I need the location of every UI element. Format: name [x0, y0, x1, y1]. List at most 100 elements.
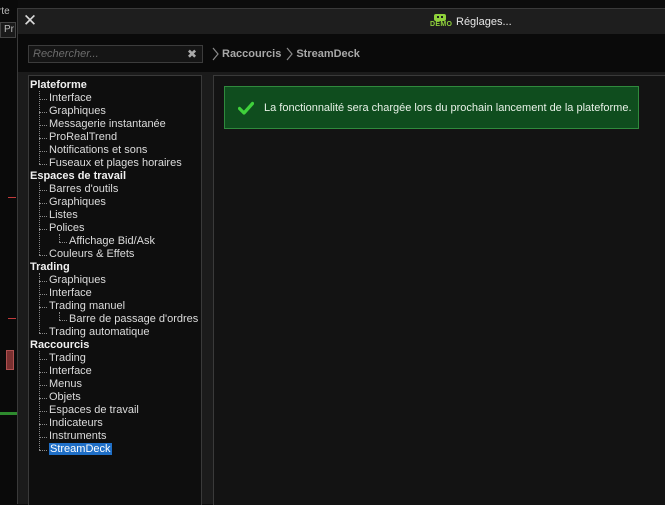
- tree-connector: [39, 372, 47, 373]
- tree-connector: [39, 450, 47, 451]
- tree-connector: [39, 229, 47, 230]
- tree-connector: [39, 138, 47, 139]
- tree-connector: [39, 91, 40, 164]
- tree-item[interactable]: Espaces de travail: [49, 404, 139, 417]
- tree-item[interactable]: Graphiques: [49, 274, 106, 287]
- tree-connector: [39, 281, 47, 282]
- tree-subitem[interactable]: Affichage Bid/Ask: [69, 235, 155, 248]
- tree-connector: [39, 216, 47, 217]
- close-button[interactable]: ✕: [22, 12, 38, 30]
- tree-connector: [39, 112, 47, 113]
- tree-item-label: Notifications et sons: [49, 144, 148, 156]
- tree-group-label[interactable]: Trading: [30, 261, 70, 274]
- breadcrumb-item[interactable]: Raccourcis: [222, 48, 281, 60]
- tree-item[interactable]: Trading: [49, 352, 86, 365]
- settings-dialog: ✕ DEMO Réglages... ✖ Raccourcis StreamDec…: [17, 8, 665, 505]
- tree-item-label: Indicateurs: [49, 417, 103, 429]
- tree-item[interactable]: Couleurs & Effets: [49, 248, 134, 261]
- tree-connector: [39, 437, 47, 438]
- tree-item-label: ProRealTrend: [49, 131, 118, 143]
- window-title: Réglages...: [456, 16, 512, 28]
- tree-item[interactable]: Polices: [49, 222, 84, 235]
- tree-connector: [39, 385, 47, 386]
- candle: [6, 350, 14, 370]
- tree-connector: [39, 398, 47, 399]
- tree-item[interactable]: Interface: [49, 92, 92, 105]
- breadcrumb: Raccourcis StreamDeck: [212, 45, 365, 63]
- checkmark-icon: [238, 101, 254, 115]
- tree-item[interactable]: Instruments: [49, 430, 106, 443]
- tree-connector: [39, 125, 47, 126]
- background-chart: rte Pr: [0, 0, 18, 504]
- background-tab-label: Pr: [4, 24, 14, 35]
- tree-item-label: Menus: [49, 378, 83, 390]
- tree-item[interactable]: Messagerie instantanée: [49, 118, 166, 131]
- tree-item[interactable]: Listes: [49, 209, 78, 222]
- tree-connector: [39, 151, 47, 152]
- tree-connector: [39, 203, 47, 204]
- tree-connector: [39, 424, 47, 425]
- background-tab-label: rte: [0, 6, 10, 17]
- tree-item[interactable]: Interface: [49, 365, 92, 378]
- tree-connector: [39, 359, 47, 360]
- tree-item-label: Graphiques: [49, 196, 106, 208]
- settings-tree[interactable]: Plateforme Interface Graphiques Messagerie …: [28, 75, 202, 505]
- tree-connector: [39, 411, 47, 412]
- breadcrumb-item[interactable]: StreamDeck: [296, 48, 360, 60]
- tree-item[interactable]: StreamDeck: [49, 443, 112, 456]
- tree-item[interactable]: Trading manuel: [49, 300, 125, 313]
- chevron-right-icon: [286, 47, 294, 61]
- tree-connector: [39, 164, 47, 165]
- tree-item-label: Graphiques: [49, 274, 106, 286]
- tree-item-label: StreamDeck: [49, 443, 112, 455]
- tree-connector: [59, 312, 60, 320]
- tree-group-label[interactable]: Espaces de travail: [30, 170, 126, 183]
- clear-search-icon[interactable]: ✖: [185, 46, 199, 62]
- chevron-right-icon: [212, 47, 219, 61]
- tree-item[interactable]: Trading automatique: [49, 326, 150, 339]
- volume-bar: [0, 412, 18, 415]
- title-bar[interactable]: ✕ DEMO Réglages...: [18, 9, 665, 34]
- tree-item[interactable]: ProRealTrend: [49, 131, 117, 144]
- tree-item[interactable]: Interface: [49, 287, 92, 300]
- settings-content-panel: La fonctionnalité sera chargée lors du p…: [213, 75, 665, 505]
- tree-connector: [39, 99, 47, 100]
- tree-connector: [39, 294, 47, 295]
- search-box[interactable]: ✖: [28, 45, 203, 63]
- tree-item-label: Trading automatique: [49, 326, 150, 338]
- tree-item-label: Trading: [49, 352, 86, 364]
- tree-connector: [39, 273, 40, 333]
- tree-item[interactable]: Menus: [49, 378, 82, 391]
- tree-item-label: Listes: [49, 209, 78, 221]
- tree-item-label: Messagerie instantanée: [49, 118, 166, 130]
- tree-item[interactable]: Barres d'outils: [49, 183, 118, 196]
- tree-item-label: Barres d'outils: [49, 183, 119, 195]
- tree-item-label: Graphiques: [49, 105, 106, 117]
- search-input[interactable]: [29, 46, 187, 62]
- tree-connector: [59, 234, 60, 242]
- tree-item-label: Espaces de travail: [49, 404, 139, 416]
- tree-item-label: Couleurs & Effets: [49, 248, 135, 260]
- tree-connector: [59, 242, 67, 243]
- tree-item[interactable]: Graphiques: [49, 196, 106, 209]
- tree-subitem[interactable]: Barre de passage d'ordres: [69, 313, 198, 326]
- window-title-group: DEMO Réglages...: [430, 13, 512, 31]
- notice-text: La fonctionnalité sera chargée lors du p…: [264, 101, 632, 114]
- tree-item[interactable]: Fuseaux et plages horaires: [49, 157, 182, 170]
- tree-connector: [39, 255, 47, 256]
- background-tab[interactable]: Pr: [0, 22, 16, 38]
- tree-item[interactable]: Indicateurs: [49, 417, 103, 430]
- tree-item-label: Instruments: [49, 430, 107, 442]
- tree-item-label: Trading manuel: [49, 300, 126, 312]
- demo-robot-icon: DEMO: [430, 14, 452, 30]
- tree-item-label: Interface: [49, 287, 92, 299]
- demo-badge: DEMO: [430, 21, 453, 28]
- tree-item[interactable]: Objets: [49, 391, 81, 404]
- price-marker: [8, 318, 16, 319]
- search-bar-area: ✖ Raccourcis StreamDeck: [18, 34, 665, 72]
- tree-item-label: Fuseaux et plages horaires: [49, 157, 182, 169]
- tree-item[interactable]: Notifications et sons: [49, 144, 147, 157]
- tree-item-label: Interface: [49, 92, 92, 104]
- tree-item-label: Polices: [49, 222, 85, 234]
- tree-item[interactable]: Graphiques: [49, 105, 106, 118]
